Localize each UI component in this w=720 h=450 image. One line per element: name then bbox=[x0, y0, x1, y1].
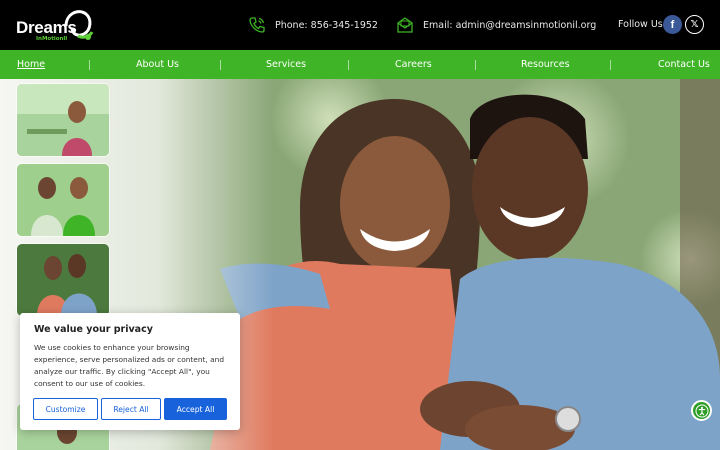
cookie-title: We value your privacy bbox=[34, 324, 153, 335]
thumbnail-1[interactable] bbox=[17, 84, 109, 156]
accessibility-icon bbox=[695, 404, 708, 417]
follow-us-label: Follow Us bbox=[618, 19, 663, 30]
thumbnail-2[interactable] bbox=[17, 164, 109, 236]
nav-separator bbox=[610, 60, 611, 70]
nav-separator bbox=[348, 60, 349, 70]
site-header: Dreams InMotionll Phone: 856-345-1952 Em… bbox=[0, 0, 720, 50]
cookie-description: We use cookies to enhance your browsing … bbox=[34, 343, 225, 388]
nav-separator bbox=[220, 60, 221, 70]
logo-wordmark: Dreams bbox=[16, 18, 77, 37]
thumbnail-photo bbox=[17, 164, 109, 236]
nav-item-careers[interactable]: Careers bbox=[395, 50, 432, 79]
reject-all-button[interactable]: Reject All bbox=[101, 398, 161, 420]
nav-item-services[interactable]: Services bbox=[266, 50, 306, 79]
phone-text: Phone: 856-345-1952 bbox=[275, 19, 378, 31]
facebook-icon[interactable]: f bbox=[663, 15, 682, 34]
nav-item-about-us[interactable]: About Us bbox=[136, 50, 179, 79]
nav-separator bbox=[89, 60, 90, 70]
x-twitter-icon[interactable]: 𝕏 bbox=[685, 15, 704, 34]
thumbnail-photo bbox=[17, 84, 109, 156]
customize-button[interactable]: Customize bbox=[33, 398, 98, 420]
header-phone[interactable]: Phone: 856-345-1952 bbox=[248, 16, 378, 34]
thumbnail-photo bbox=[17, 244, 109, 316]
phone-icon bbox=[249, 17, 265, 33]
header-email[interactable]: Email: admin@dreamsinmotionil.org bbox=[396, 16, 596, 34]
nav-item-home[interactable]: Home bbox=[17, 50, 45, 79]
site-logo[interactable]: Dreams InMotionll bbox=[14, 6, 96, 44]
cookie-consent-banner: We value your privacy We use cookies to … bbox=[20, 313, 240, 430]
accept-all-button[interactable]: Accept All bbox=[164, 398, 227, 420]
email-text: Email: admin@dreamsinmotionil.org bbox=[423, 19, 597, 31]
nav-separator bbox=[475, 60, 476, 70]
nav-item-resources[interactable]: Resources bbox=[521, 50, 570, 79]
accessibility-button[interactable] bbox=[691, 400, 712, 421]
logo-subtext: InMotionll bbox=[36, 36, 68, 42]
nav-item-contact-us[interactable]: Contact Us bbox=[658, 50, 710, 79]
thumbnail-3[interactable] bbox=[17, 244, 109, 316]
mail-icon bbox=[397, 17, 413, 33]
main-nav: Home About Us Services Careers Resources… bbox=[0, 50, 720, 79]
